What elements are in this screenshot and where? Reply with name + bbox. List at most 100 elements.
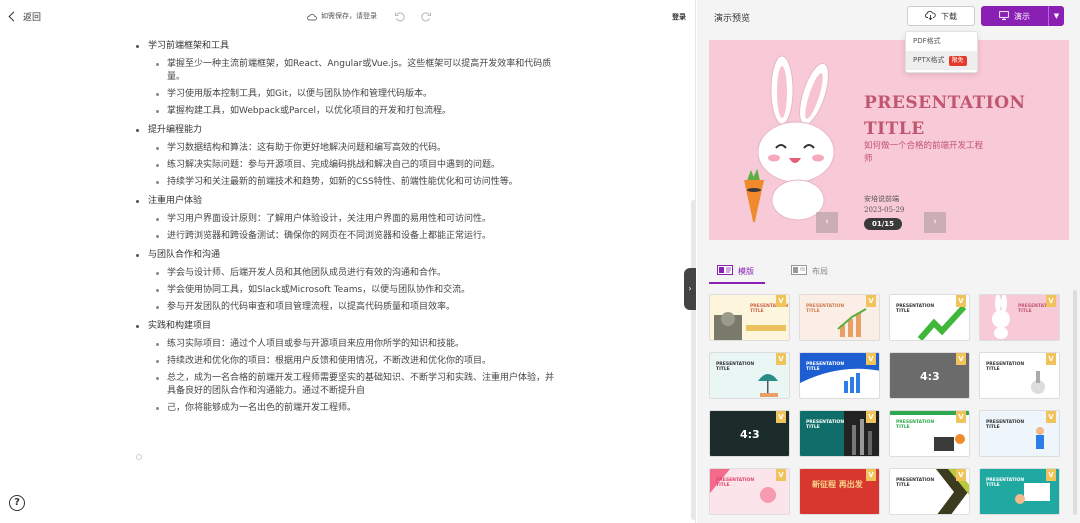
outline-item[interactable]: 己，你将能够成为一名出色的前端开发工程师。 — [130, 402, 560, 415]
monitor-icon — [999, 10, 1009, 22]
template-thumbnail[interactable]: PRESENTATION TITLE V — [889, 468, 970, 515]
slide-date: 2023-05-29 — [864, 206, 905, 214]
template-thumbnail[interactable]: PRESENTATION TITLE V — [709, 352, 790, 399]
vip-mark: V — [866, 353, 876, 365]
tab-label: 模版 — [738, 266, 754, 276]
template-thumbnail[interactable]: PRESENTATION TITLE V — [709, 468, 790, 515]
slide-preview[interactable]: PRESENTATION TITLE 如何做一个合格的前端开发工程师 安培说前端… — [709, 40, 1069, 240]
outline-item[interactable]: 掌握构建工具，如Webpack或Parcel，以优化项目的开发和打包流程。 — [130, 105, 560, 118]
template-thumbnail[interactable]: PRESENTATION TITLE V — [979, 410, 1060, 457]
thumbnail-title: PRESENTATION TITLE — [806, 362, 845, 372]
outline-item[interactable]: 学会使用协同工具，如Slack或Microsoft Teams，以便与团队协作和… — [130, 284, 560, 297]
vip-mark: V — [776, 411, 786, 423]
outline-section[interactable]: 与团队合作和沟通 — [130, 247, 550, 264]
outline-item[interactable]: 练习解决实际问题：参与开源项目、完成编码挑战和解决自己的项目中遇到的问题。 — [130, 159, 560, 172]
outline-item[interactable]: 掌握至少一种主流前端框架，如React、Angular或Vue.js。这些框架可… — [130, 58, 560, 84]
outline-item[interactable]: 学习使用版本控制工具，如Git，以便与团队协作和管理代码版本。 — [130, 88, 560, 101]
outline-item[interactable]: 总之，成为一名合格的前端开发工程师需要坚实的基础知识、不断学习和实践、注重用户体… — [130, 372, 560, 398]
vip-mark: V — [956, 469, 966, 481]
vip-mark: V — [866, 469, 876, 481]
thumbnail-cn-title: 新征程 再出发 — [812, 480, 863, 489]
page-indicator: 01/15 — [864, 218, 902, 230]
outline-item[interactable]: 练习实际项目：通过个人项目或参与开源项目来应用你所学的知识和技能。 — [130, 338, 560, 351]
present-options-button[interactable]: ▼ — [1049, 6, 1064, 26]
active-tab-indicator — [709, 282, 765, 284]
free-badge: 限免 — [948, 55, 967, 66]
template-thumbnail[interactable]: PRESENTATION TITLE V — [799, 352, 880, 399]
vip-mark: V — [956, 411, 966, 423]
prev-slide-button[interactable]: ‹ — [816, 212, 838, 233]
vip-mark: V — [776, 469, 786, 481]
help-button[interactable]: ? — [9, 495, 25, 511]
preview-title: 演示预览 — [714, 14, 751, 24]
outline-item[interactable]: 学习用户界面设计原则：了解用户体验设计，关注用户界面的易用性和可访问性。 — [130, 213, 560, 226]
outline-section[interactable]: 提升编程能力 — [130, 122, 550, 139]
template-thumbnail[interactable]: PRESENTATION TITLE V — [979, 468, 1060, 515]
template-thumbnail[interactable]: PRESENTATION TITLE V — [979, 352, 1060, 399]
outline-item[interactable]: 参与开发团队的代码审查和项目管理流程，以提高代码质量和项目效率。 — [130, 301, 560, 314]
bunny-illustration — [744, 55, 835, 222]
undo-icon[interactable] — [394, 10, 406, 22]
outline-item[interactable]: 持续学习和关注最新的前端技术和趋势，如新的CSS特性、前端性能优化和可访问性等。 — [130, 176, 560, 189]
cloud-download-icon — [924, 10, 936, 22]
present-button-group: 演示 ▼ — [981, 6, 1064, 26]
collapse-panel-handle[interactable]: › — [684, 268, 696, 310]
outline-section[interactable]: 学习前端框架和工具 — [130, 38, 550, 55]
vip-mark: V — [956, 353, 966, 365]
outline-item[interactable]: 进行跨浏览器和跨设备测试：确保你的网页在不同浏览器和设备上都能正常运行。 — [130, 230, 560, 243]
redo-icon[interactable] — [420, 10, 432, 22]
template-scrollbar[interactable] — [1073, 290, 1077, 515]
editor-toolbar: 返回 如需保存，请登录 登录 — [0, 0, 696, 34]
template-thumbnail[interactable]: PRESENTATION TITLE V — [799, 294, 880, 341]
outline-section[interactable]: 注重用户体验 — [130, 193, 550, 210]
back-button[interactable]: 返回 — [8, 10, 41, 23]
vip-mark: V — [1046, 353, 1056, 365]
thumbnail-title: PRESENTATION TITLE — [896, 478, 935, 488]
slide-title-line: TITLE — [864, 119, 925, 139]
aspect-ratio-label: 4:3 — [920, 370, 940, 383]
next-slide-button[interactable]: › — [924, 212, 946, 233]
menu-item-pptx[interactable]: PPTX格式 限免 — [906, 51, 977, 70]
login-button[interactable]: 登录 — [672, 12, 686, 22]
aspect-ratio-label: 4:3 — [740, 428, 760, 441]
preview-tabs: 模版 布局 — [709, 262, 1069, 284]
download-button[interactable]: 下载 — [907, 6, 975, 26]
download-label: 下载 — [941, 11, 957, 21]
template-thumbnail[interactable]: 4:3 V — [709, 410, 790, 457]
thumbnail-title: PRESENTATION TITLE — [986, 420, 1025, 430]
template-thumbnail[interactable]: PRESENTATION TITLE V — [889, 294, 970, 341]
template-thumbnail[interactable]: PRESENTATION TITLE V — [799, 410, 880, 457]
vip-mark: V — [1046, 295, 1056, 307]
template-thumbnail[interactable]: PRESENTATION TITLE V — [709, 294, 790, 341]
caret-down-icon: ▼ — [1053, 12, 1060, 20]
menu-item-pdf[interactable]: PDF格式 — [906, 32, 977, 51]
chevron-left-icon: ‹ — [825, 217, 829, 227]
editor-scrollbar[interactable] — [691, 200, 696, 520]
outline-item[interactable]: 学会与设计师、后端开发人员和其他团队成员进行有效的沟通和合作。 — [130, 267, 560, 280]
vip-mark: V — [866, 411, 876, 423]
slide-title-line: PRESENTATION — [864, 93, 1026, 113]
chevron-left-icon — [8, 11, 19, 22]
template-thumbnail[interactable]: 4:3 V — [889, 352, 970, 399]
present-button[interactable]: 演示 — [981, 6, 1049, 26]
template-thumbnail[interactable]: 新征程 再出发 V — [799, 468, 880, 515]
download-format-menu: PDF格式 PPTX格式 限免 — [905, 31, 978, 73]
template-thumbnail[interactable]: PRESENTATION TITLE V — [889, 410, 970, 457]
tab-layout[interactable]: 布局 — [791, 265, 828, 277]
outline-editor[interactable]: 学习前端框架和工具 掌握至少一种主流前端框架，如React、Angular或Vu… — [130, 38, 554, 419]
slide-author: 安培说前端 — [864, 195, 899, 203]
tab-template[interactable]: 模版 — [717, 265, 754, 277]
preview-panel: 演示预览 下载 演示 ▼ PDF格式 PPTX格式 限免 PRESENTATIO… — [697, 0, 1080, 523]
template-thumbnail[interactable]: PRESENTATION TITLE V — [979, 294, 1060, 341]
outline-item[interactable]: 学习数据结构和算法：这有助于你更好地解决问题和编写高效的代码。 — [130, 142, 560, 155]
thumbnail-title: PRESENTATION TITLE — [806, 304, 845, 314]
vip-mark: V — [776, 295, 786, 307]
thumbnail-title: PRESENTATION TITLE — [896, 304, 935, 314]
vip-mark: V — [776, 353, 786, 365]
outline-item[interactable]: 持续改进和优化你的项目：根据用户反馈和使用情况，不断改进和优化你的项目。 — [130, 355, 560, 368]
outline-section[interactable]: 实践和构建项目 — [130, 318, 550, 335]
vip-mark: V — [866, 295, 876, 307]
chevron-right-icon: › — [933, 217, 937, 227]
save-status-text: 如需保存，请登录 — [321, 12, 377, 20]
menu-item-label: PPTX格式 — [913, 56, 945, 64]
